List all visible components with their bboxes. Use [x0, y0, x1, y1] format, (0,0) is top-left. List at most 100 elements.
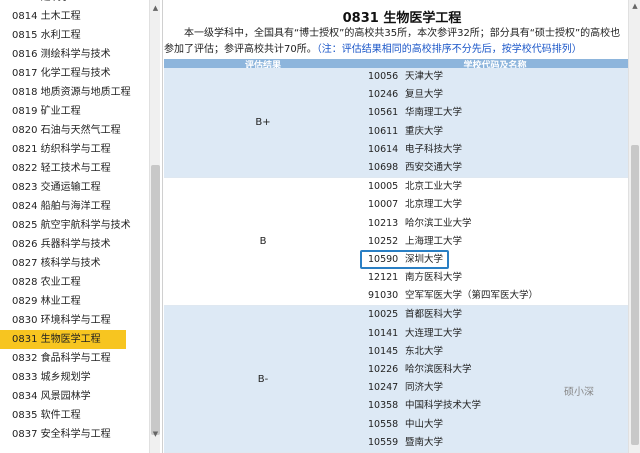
sidebar-item[interactable]: 0813 建筑学 [0, 0, 148, 7]
page-title: 0831 生物医学工程 [342, 11, 462, 26]
school-code: 10611 [368, 125, 399, 137]
school-name: 空军军医大学（第四军医大学） [405, 290, 539, 302]
sidebar-item[interactable]: 0816 测绘科学与技术 [0, 45, 148, 64]
main-scrollbar[interactable]: ▲ [628, 0, 640, 453]
sidebar-item[interactable]: 0828 农业工程 [0, 273, 148, 292]
school-code: 10005 [368, 181, 399, 193]
sidebar-item[interactable]: 0819 矿业工程 [0, 102, 148, 121]
table-row: 10559 暨南大学 [362, 434, 628, 452]
school-name: 哈尔滨医科大学 [405, 364, 472, 375]
grade-group: B+ 10056 天津大学 10246 复旦大学 10561 华南理工大学 10611 重庆大学… [164, 68, 628, 179]
table-row: 10558 中山大学 [362, 416, 628, 434]
table-row: 10252 上海理工大学 [362, 233, 628, 251]
scroll-up-icon[interactable]: ▲ [629, 2, 640, 10]
school-name: 南方医科大学 [405, 272, 463, 284]
table-row: 10698 西安交通大学 [362, 159, 628, 177]
table-row: 10007 北京理工大学 [362, 196, 628, 214]
table-row: 10145 东北大学 [362, 343, 628, 361]
school-code: 10007 [368, 199, 399, 211]
school-name: 中山大学 [405, 418, 444, 430]
sidebar-item[interactable]: 0832 食品科学与工程 [0, 349, 148, 368]
table-row: 10025 首都医科大学 [362, 306, 628, 324]
table-row: 10005 北京工业大学 [362, 178, 628, 196]
sidebar-item[interactable]: 0824 船舶与海洋工程 [0, 197, 148, 216]
sidebar-item[interactable]: 0825 航空宇航科学与技术 [0, 216, 148, 235]
school-name: 暨南大学 [405, 436, 444, 448]
intro-line-1: 本一级学科中，全国具有“博士授权”的高校共35所，本次参评32所；部分具有“硕士… [184, 28, 621, 39]
school-name: 重庆大学 [405, 125, 444, 137]
sidebar-item[interactable]: 0818 地质资源与地质工程 [0, 83, 148, 102]
table-row: 10561 华南理工大学 [362, 104, 628, 122]
school-name: 哈尔滨工业大学 [405, 217, 472, 229]
school-name: 电子科技大学 [405, 143, 463, 155]
school-list: 10005 北京工业大学 10007 北京理工大学 10213 哈尔滨工业大学 10252 上… [360, 178, 628, 305]
school-name: 首都医科大学 [405, 309, 463, 321]
school-name: 北京工业大学 [405, 181, 463, 193]
sidebar-item[interactable]: 0822 轻工技术与工程 [0, 159, 148, 178]
school-name: 西安交通大学 [405, 161, 463, 173]
sidebar-item[interactable]: 0834 风景园林学 [0, 387, 148, 406]
school-code: 10145 [368, 345, 399, 357]
sidebar-item[interactable]: 0823 交通运输工程 [0, 178, 148, 197]
scroll-down-icon[interactable]: ▼ [150, 429, 161, 439]
school-code: 10246 [368, 89, 399, 101]
school-code: 10614 [368, 143, 399, 155]
school-code: 12121 [368, 272, 399, 284]
table-row: 10056 天津大学 [362, 68, 628, 86]
school-code: 10226 [368, 364, 399, 375]
school-name: 中国科学技术大学 [405, 400, 482, 412]
table-row: 10246 复旦大学 [362, 86, 628, 104]
school-name: 北京理工大学 [405, 199, 463, 211]
table-row: 10358 中国科学技术大学 [362, 397, 628, 415]
school-code: 10698 [368, 161, 399, 173]
intro-line-2-text: 参加了评估；参评高校共计70所。 [164, 44, 317, 55]
sidebar-item[interactable]: 0827 核科学与技术 [0, 254, 148, 273]
school-code: 10213 [368, 217, 399, 229]
sidebar-scrollbar[interactable]: ▲ ▼ [149, 0, 160, 453]
table-row: 10590 深圳大学 [360, 249, 628, 269]
table-row: 10611 重庆大学 [362, 123, 628, 141]
sidebar-list: 0813 建筑学0814 土木工程0815 水利工程0816 测绘科学与技术08… [0, 0, 148, 444]
sidebar-scroll-thumb[interactable] [151, 165, 160, 435]
school-code: 10056 [368, 71, 399, 82]
sidebar-item[interactable]: 0826 兵器科学与技术 [0, 235, 148, 254]
sidebar-item[interactable]: 0837 安全科学与工程 [0, 425, 148, 444]
school-name: 大连理工大学 [405, 327, 463, 339]
sidebar-item[interactable]: 0820 石油与天然气工程 [0, 121, 148, 140]
watermark: 硕小深 [564, 387, 594, 398]
main-content: 0831 生物医学工程 本一级学科中，全国具有“博士授权”的高校共35所，本次参… [164, 0, 640, 453]
sidebar-item[interactable]: 0831 生物医学工程 [0, 330, 126, 349]
intro-line-2: 参加了评估；参评高校共计70所。（注：评估结果相同的高校排序不分先后，按学校代码… [164, 42, 636, 58]
sidebar-item[interactable]: 0817 化学工程与技术 [0, 64, 148, 83]
intro-note: （注：评估结果相同的高校排序不分先后，按学校代码排列） [316, 44, 582, 55]
school-code: 10559 [368, 436, 399, 448]
school-code: 10025 [368, 309, 399, 321]
scroll-up-icon[interactable]: ▲ [150, 3, 161, 13]
school-name: 天津大学 [405, 71, 444, 82]
grade-label: B- [257, 373, 269, 385]
table-body: B+ 10056 天津大学 10246 复旦大学 10561 华南理工大学 10611 重庆大学… [164, 68, 628, 453]
school-list: 10025 首都医科大学 10141 大连理工大学 10145 东北大学 10226 哈尔滨医… [362, 306, 628, 452]
grade-group: B- 10025 首都医科大学 10141 大连理工大学 10145 东北大学 10226 哈尔… [164, 306, 628, 453]
school-name: 复旦大学 [405, 89, 444, 101]
table-row: 10141 大连理工大学 [362, 325, 628, 343]
sidebar-item[interactable]: 0815 水利工程 [0, 26, 148, 45]
school-code: 10561 [368, 107, 399, 119]
grade-label: B [259, 236, 267, 248]
school-name: 上海理工大学 [405, 235, 463, 247]
sidebar-item[interactable]: 0835 软件工程 [0, 406, 148, 425]
school-code: 10558 [368, 418, 399, 430]
school-code: 10358 [368, 400, 399, 412]
sidebar-item[interactable]: 0829 林业工程 [0, 292, 148, 311]
table-row: 10614 电子科技大学 [362, 141, 628, 159]
sidebar: 0813 建筑学0814 土木工程0815 水利工程0816 测绘科学与技术08… [0, 0, 163, 453]
sidebar-item[interactable]: 0821 纺织科学与工程 [0, 140, 148, 159]
grade-label: B+ [255, 117, 271, 129]
sidebar-item[interactable]: 0830 环境科学与工程 [0, 311, 148, 330]
table-row: 91030 空军军医大学（第四军医大学） [362, 287, 628, 305]
sidebar-item[interactable]: 0814 土木工程 [0, 7, 148, 26]
sidebar-item[interactable]: 0833 城乡规划学 [0, 368, 148, 387]
school-list: 10056 天津大学 10246 复旦大学 10561 华南理工大学 10611 重庆大学 10… [362, 68, 628, 177]
main-scroll-thumb[interactable] [631, 145, 639, 445]
table-row: 10213 哈尔滨工业大学 [362, 215, 628, 233]
